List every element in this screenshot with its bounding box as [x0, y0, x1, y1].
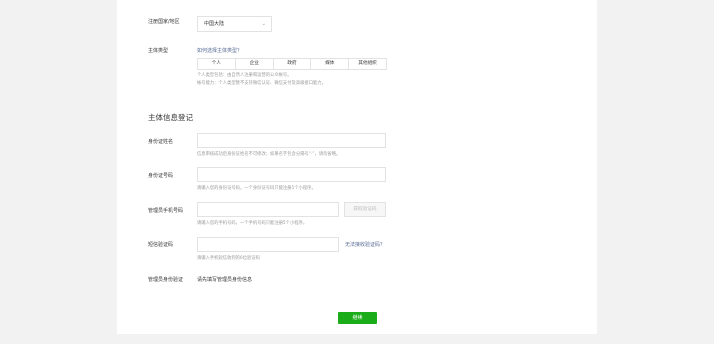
cannot-receive-code-link[interactable]: 无法接收验证码？	[345, 241, 385, 248]
get-code-button[interactable]: 获取验证码	[344, 202, 386, 217]
chevron-down-icon: ⌄	[261, 21, 266, 27]
sms-hint: 请输入手机短信收到的6位验证码	[197, 256, 260, 261]
id-number-hint: 请输入您的身份证号码。一个身份证号码只能注册5个小程序。	[197, 186, 316, 191]
id-name-hint: 信息审核成功后身份证姓名不可修改；如果名字包含分隔号“·”，请勿省略。	[197, 152, 341, 157]
entity-type-hint-1: 个人类型包括：由自然人注册和运营的公众帐号。	[197, 73, 292, 78]
entity-type-segmented: 个人 企业 政府 媒体 其他组织	[197, 58, 387, 70]
section-title: 主体信息登记	[148, 113, 193, 122]
entity-type-label: 主体类型	[148, 48, 169, 54]
id-name-input[interactable]	[197, 133, 386, 148]
identity-label: 管理员身份验证	[148, 277, 184, 283]
entity-type-hint-2: 帐号能力：个人类型暂不支持微信认证、微信支付及高级接口能力。	[197, 81, 326, 86]
sms-label: 短信验证码	[148, 242, 174, 248]
identity-value: 请先填写管理员身份信息	[197, 277, 253, 283]
id-name-label: 身份证姓名	[148, 139, 174, 145]
entity-option-media[interactable]: 媒体	[311, 59, 350, 69]
id-number-label: 身份证号码	[148, 173, 174, 179]
region-select[interactable]: 中国大陆 ⌄	[197, 16, 272, 32]
entity-option-other[interactable]: 其他组织	[349, 59, 386, 69]
phone-hint: 请输入您的手机号码，一个手机号码只能注册5个小程序。	[197, 221, 308, 226]
sms-input[interactable]	[197, 237, 339, 252]
phone-input[interactable]	[197, 202, 339, 217]
id-number-input[interactable]	[197, 167, 386, 182]
entity-type-help-link[interactable]: 如何选择主体类型？	[197, 47, 242, 54]
entity-option-government[interactable]: 政府	[274, 59, 312, 69]
phone-label: 管理员手机号码	[148, 208, 184, 214]
region-selected-value: 中国大陆	[204, 21, 225, 27]
entity-option-enterprise[interactable]: 企业	[236, 59, 274, 69]
entity-option-personal[interactable]: 个人	[198, 59, 236, 69]
continue-button[interactable]: 继续	[338, 312, 377, 324]
region-label: 注册国家/地区	[148, 19, 180, 25]
